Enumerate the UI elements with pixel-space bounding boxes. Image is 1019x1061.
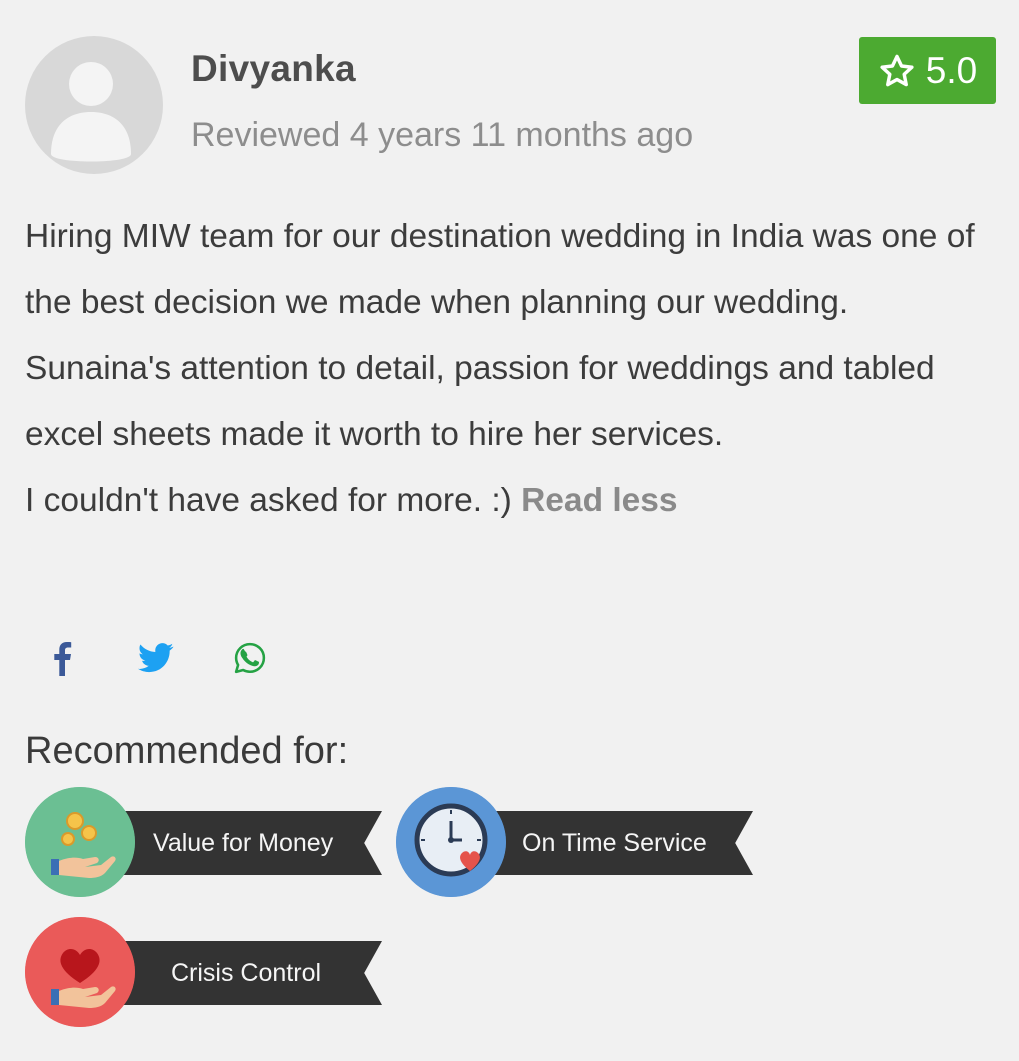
facebook-icon (54, 642, 72, 676)
review-paragraph: I couldn't have asked for more. :) Read … (25, 468, 1000, 534)
review-timestamp: Reviewed 4 years 11 months ago (191, 116, 694, 154)
avatar (25, 36, 163, 174)
reviewer-name: Divyanka (191, 48, 356, 89)
share-facebook-button[interactable] (40, 636, 84, 680)
review-paragraph: Sunaina's attention to detail, passion f… (25, 350, 935, 453)
share-whatsapp-button[interactable] (228, 636, 272, 680)
badge-label: Crisis Control (171, 958, 322, 987)
recommended-badge-on-time-service: On Time Service (396, 787, 756, 897)
review-body: Hiring MIW team for our destination wedd… (25, 204, 1000, 534)
rating-badge: 5.0 (859, 37, 996, 104)
twitter-icon (138, 643, 174, 673)
star-icon (878, 53, 916, 89)
user-silhouette-icon (51, 62, 131, 162)
share-twitter-button[interactable] (134, 636, 178, 680)
recommended-heading: Recommended for: (25, 730, 349, 772)
review-last-line: I couldn't have asked for more. :) (25, 482, 512, 519)
share-row (40, 636, 322, 680)
heart-in-hand-icon (25, 917, 135, 1027)
review-paragraph: Hiring MIW team for our destination wedd… (25, 218, 975, 321)
coins-in-hand-icon (25, 787, 135, 897)
badge-label: Value for Money (153, 828, 334, 857)
rating-value: 5.0 (925, 49, 978, 91)
clock-with-heart-icon (396, 787, 506, 897)
whatsapp-icon (234, 642, 266, 674)
recommended-badge-crisis-control: Crisis Control (25, 917, 385, 1027)
badge-label: On Time Service (522, 828, 707, 857)
recommended-badge-value-for-money: Value for Money (25, 787, 385, 897)
read-less-link[interactable]: Read less (521, 482, 677, 519)
